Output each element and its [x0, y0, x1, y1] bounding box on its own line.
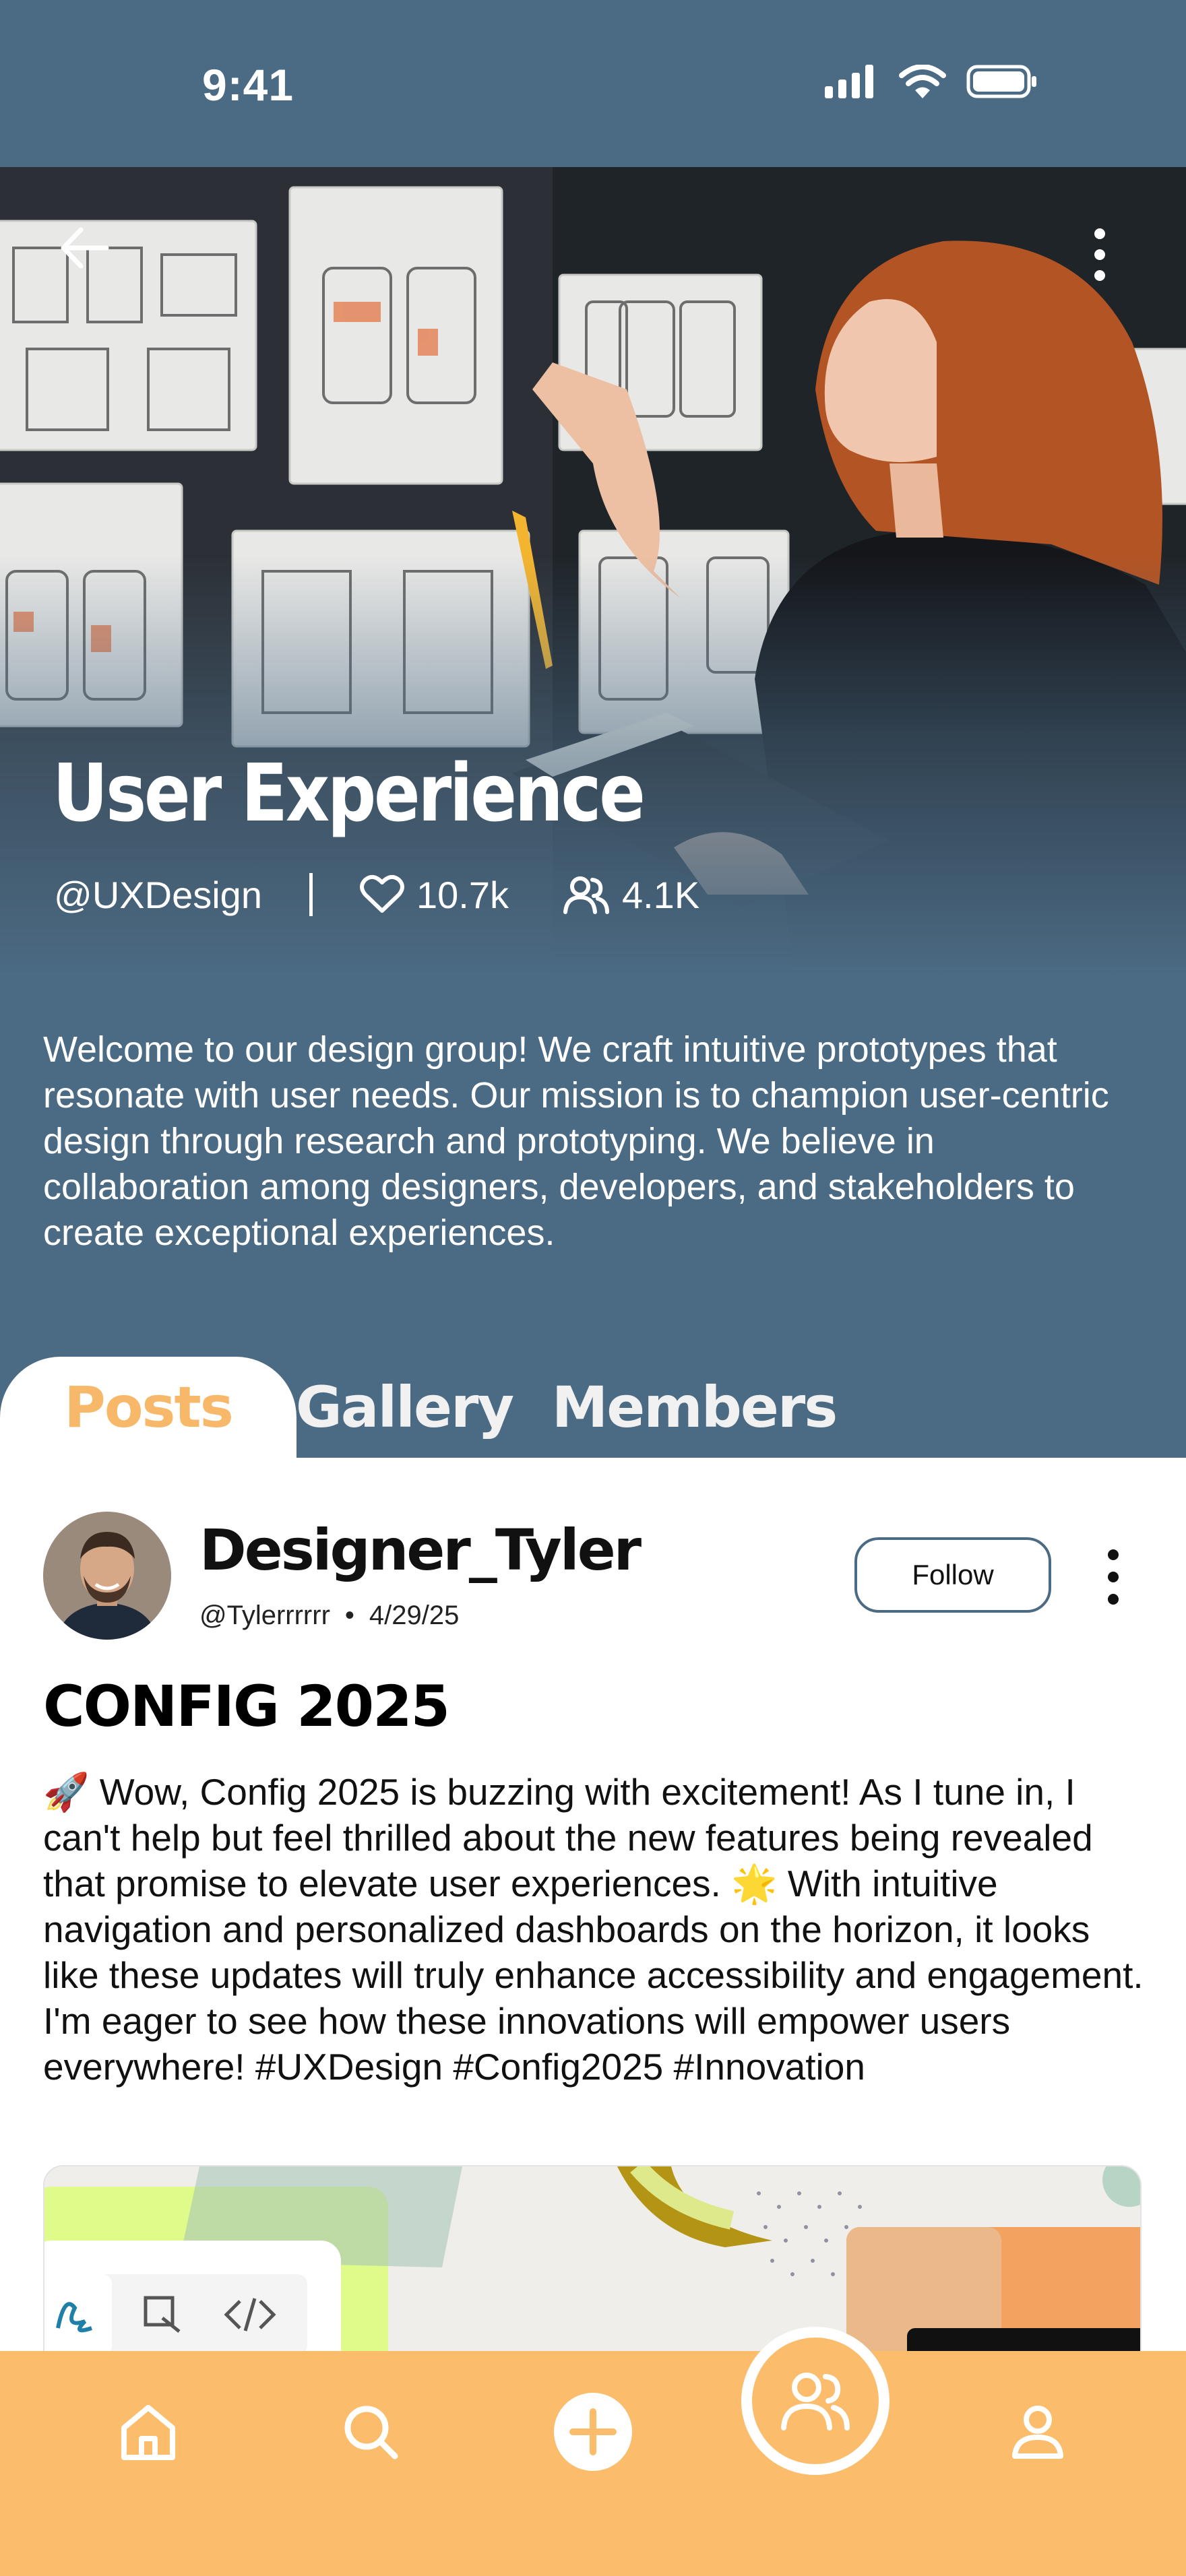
more-vertical-icon	[1108, 1549, 1119, 1605]
back-arrow-icon	[61, 227, 109, 269]
post-title: CONFIG 2025	[43, 1673, 450, 1739]
back-button[interactable]	[54, 218, 115, 278]
nav-search[interactable]	[330, 2391, 411, 2472]
likes-count: 10.7k	[416, 873, 509, 916]
members-count: 4.1K	[621, 873, 700, 916]
meta-divider	[309, 873, 313, 916]
nav-profile[interactable]	[997, 2391, 1078, 2472]
group-description: Welcome to our design group! We craft in…	[43, 1029, 1109, 1253]
group-hero: User Experience @UXDesign 10.7k 4.1K	[0, 167, 1186, 975]
home-icon	[121, 2405, 175, 2460]
members-icon	[563, 876, 609, 914]
add-icon	[554, 2393, 632, 2471]
group-title: User Experience	[53, 746, 646, 839]
author-handle: @Tylerrrrrr	[199, 1601, 330, 1630]
heart-icon	[359, 874, 404, 913]
tab-members[interactable]: Members	[552, 1357, 838, 1458]
group-handle: @UXDesign	[54, 873, 262, 916]
wifi-icon	[899, 65, 946, 98]
more-vertical-icon	[1094, 228, 1105, 281]
hero-more-button[interactable]	[1078, 218, 1122, 292]
group-meta: @UXDesign 10.7k 4.1K	[54, 868, 753, 922]
follow-button[interactable]: Follow	[854, 1537, 1051, 1613]
meta-dot: •	[344, 1601, 354, 1630]
post-date: 4/29/25	[369, 1601, 460, 1630]
nav-add[interactable]	[553, 2391, 633, 2472]
signal-icon	[825, 65, 873, 98]
post-card: Designer_Tyler @Tylerrrrrr • 4/29/25 Fol…	[0, 1458, 1186, 2421]
battery-icon	[966, 65, 1036, 98]
status-bar: 9:41	[0, 0, 1186, 167]
bottom-nav	[0, 2327, 1186, 2576]
post-body: 🚀 Wow, Config 2025 is buzzing with excit…	[43, 1771, 1144, 2088]
status-icons	[825, 65, 1038, 98]
tab-gallery[interactable]: Gallery	[296, 1357, 514, 1458]
members-stat: 4.1K	[563, 873, 699, 917]
profile-icon	[1012, 2406, 1063, 2459]
nav-groups[interactable]	[741, 2327, 890, 2475]
search-icon	[344, 2406, 398, 2459]
likes-stat: 10.7k	[359, 873, 509, 917]
avatar-image	[43, 1512, 171, 1640]
author-name[interactable]: Designer_Tyler	[199, 1517, 642, 1583]
status-time: 9:41	[202, 60, 294, 110]
post-more-button[interactable]	[1100, 1540, 1127, 1614]
hero-gradient	[0, 167, 1186, 975]
author-avatar[interactable]	[43, 1512, 171, 1640]
tab-posts[interactable]: Posts	[0, 1357, 296, 1458]
groups-icon	[781, 2373, 850, 2430]
nav-home[interactable]	[108, 2391, 189, 2472]
author-meta: @Tylerrrrrr • 4/29/25	[199, 1601, 459, 1631]
